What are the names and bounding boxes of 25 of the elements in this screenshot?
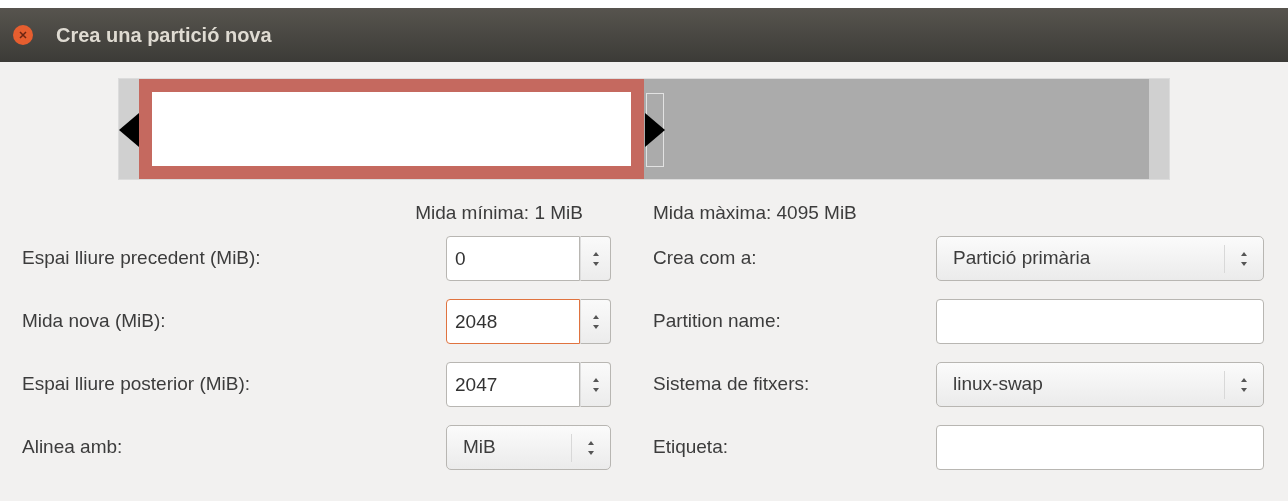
- spin-button[interactable]: [580, 362, 611, 407]
- max-size-label: Mida màxima: 4095 MiB: [653, 200, 857, 225]
- min-size-label: Mida mínima: 1 MiB: [414, 200, 583, 225]
- spin-button[interactable]: [580, 236, 611, 281]
- field-label: Partition name:: [653, 309, 782, 334]
- dropdown[interactable]: MiB: [446, 425, 611, 470]
- field-label: Mida nova (MiB):: [22, 309, 167, 334]
- number-field[interactable]: 2047: [446, 362, 580, 407]
- field-label: Espai lliure precedent (MiB):: [22, 246, 262, 271]
- field-label: Crea com a:: [653, 246, 758, 271]
- right-handle-icon[interactable]: [644, 93, 665, 167]
- dropdown[interactable]: linux-swap: [936, 362, 1264, 407]
- dropdown[interactable]: Partició primària: [936, 236, 1264, 281]
- window-title: Crea una partició nova: [56, 23, 272, 48]
- number-field[interactable]: 2048: [446, 299, 580, 344]
- close-icon[interactable]: [12, 24, 34, 46]
- field-label: Etiqueta:: [653, 435, 729, 460]
- text-field[interactable]: [936, 299, 1264, 344]
- field-label: Alinea amb:: [22, 435, 124, 460]
- spin-button[interactable]: [580, 299, 611, 344]
- partition-segment[interactable]: [139, 79, 644, 179]
- text-field[interactable]: [936, 425, 1264, 470]
- number-field[interactable]: 0: [446, 236, 580, 281]
- field-label: Sistema de fitxers:: [653, 372, 811, 397]
- field-label: Espai lliure posterior (MiB):: [22, 372, 252, 397]
